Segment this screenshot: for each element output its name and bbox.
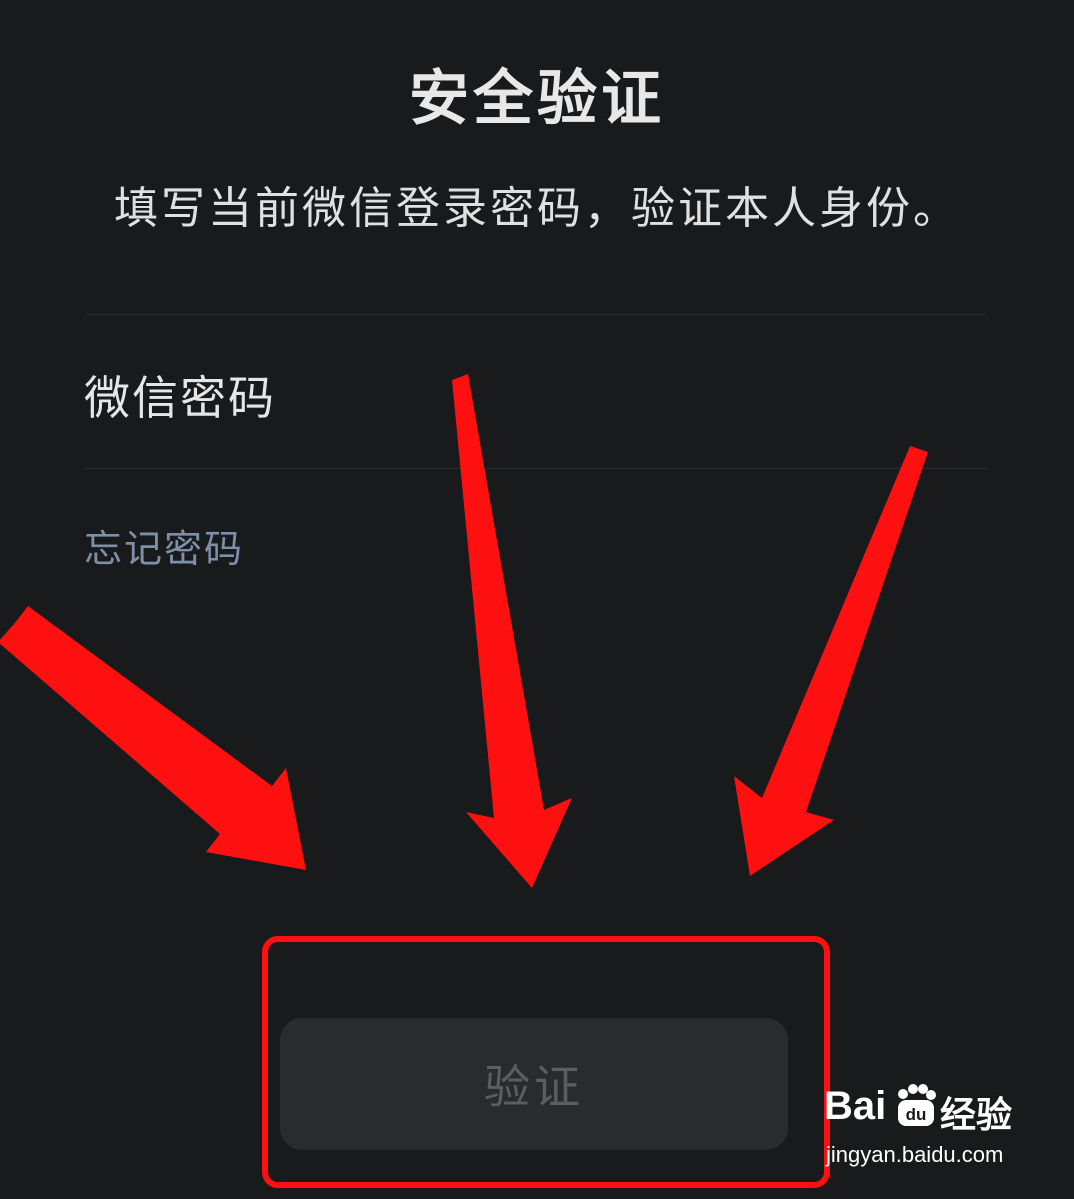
baidu-jingyan-watermark: Bai du 经验 jingyan.baidu.com: [824, 1080, 1064, 1180]
watermark-brand-du: du: [906, 1105, 927, 1124]
password-input[interactable]: [330, 330, 984, 458]
arrow-right-icon: [734, 446, 928, 876]
verify-button[interactable]: 验证: [280, 1018, 788, 1150]
divider-top: [86, 314, 986, 315]
page-title: 安全验证: [409, 64, 665, 134]
forgot-password-link[interactable]: 忘记密码: [84, 518, 244, 573]
watermark-brand-latin: Bai: [824, 1084, 887, 1128]
divider-bottom: [86, 468, 986, 469]
password-field-label: 微信密码: [84, 371, 276, 425]
watermark-url: jingyan.baidu.com: [826, 1142, 1004, 1167]
page-subtitle: 填写当前微信登录密码，验证本人身份。: [114, 183, 960, 234]
arrow-left-icon: [0, 606, 306, 870]
watermark-brand-cn: 经验: [940, 1095, 1013, 1136]
baidu-paw-icon: du: [898, 1084, 936, 1126]
